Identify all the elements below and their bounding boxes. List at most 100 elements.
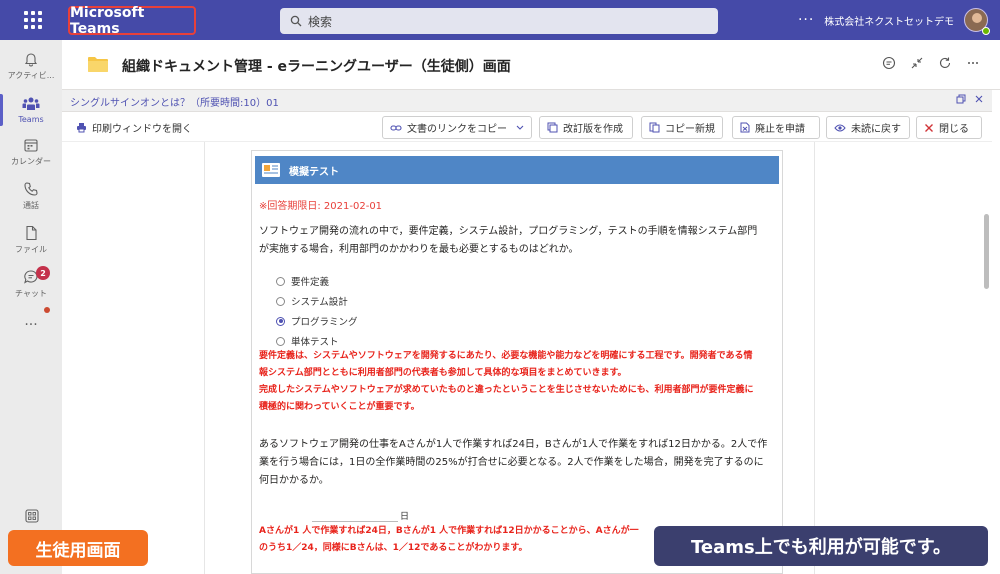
document-x-icon xyxy=(740,122,750,133)
answer-option[interactable]: システム設計 xyxy=(276,291,358,311)
answer-option-label: プログラミング xyxy=(291,317,358,328)
test-header: 模擬テスト xyxy=(255,156,779,184)
calendar-icon xyxy=(24,139,38,152)
answer-options: 要件定義 システム設計 プログラミング 単体テスト xyxy=(276,271,358,351)
copy-link-button[interactable]: 文書のリンクをコピー xyxy=(382,116,532,139)
rail-label-activity: アクティビ... xyxy=(7,71,55,80)
rail-item-chat[interactable]: チャット 2 xyxy=(0,262,62,306)
copy-new-label: コピー新規 xyxy=(665,124,715,135)
create-revision-button[interactable]: 改訂版を作成 xyxy=(539,116,633,139)
question-1-line-2: が実施する場合，利用部門のかかわりを最も必要とするものはどれか。 xyxy=(259,244,579,255)
chat-unread-badge: 2 xyxy=(36,266,50,280)
app-launcher-icon[interactable] xyxy=(24,11,42,29)
revision-icon xyxy=(547,122,558,133)
document-tab-title[interactable]: シングルサインオンとは？（所要時間:10）01 xyxy=(70,94,279,109)
printer-icon xyxy=(77,123,86,133)
close-tab-icon[interactable] xyxy=(974,94,984,104)
mark-unread-label: 未読に戻す xyxy=(851,124,901,135)
document-toolbar: 印刷ウィンドウを開く 文書のリンクをコピー 改訂版を作成 コピー新規 廃止を申請… xyxy=(62,112,992,142)
rail-item-teams[interactable]: Teams xyxy=(0,88,62,132)
print-label: 印刷ウィンドウを開く xyxy=(92,124,192,135)
test-document: 模擬テスト ※回答期限日: 2021-02-01 ソフトウェア開発の流れの中で，… xyxy=(251,150,783,574)
top-right-area: ··· 株式会社ネクストセットデモ xyxy=(798,0,988,40)
radio-button[interactable] xyxy=(276,296,285,306)
conversation-icon[interactable] xyxy=(882,56,896,70)
close-icon xyxy=(925,123,933,132)
left-rail: アクティビ... Teams カレンダー 通話 ファイル チャット 2 ··· xyxy=(0,40,62,574)
explanation-1-line-1: 要件定義は、システムやソフトウェアを開発するにあたり、必要な機能や能力などを明確… xyxy=(259,351,753,361)
tab-actions xyxy=(956,94,984,104)
explanation-1-line-4: 積極的に関わっていくことが重要です。 xyxy=(259,402,420,412)
teams-icon xyxy=(22,97,40,110)
folder-icon xyxy=(88,57,108,72)
question-1-line-1: ソフトウェア開発の流れの中で，要件定義，システム設計，プログラミング，テストの手… xyxy=(259,226,758,237)
radio-button[interactable] xyxy=(276,336,285,346)
rail-label-files: ファイル xyxy=(15,245,47,254)
answer-option-label: システム設計 xyxy=(291,297,348,308)
more-icon[interactable] xyxy=(966,56,980,70)
answer-option[interactable]: 要件定義 xyxy=(276,271,358,291)
document-tab-bar: シングルサインオンとは？（所要時間:10）01 xyxy=(62,90,992,112)
question-2-line-1: あるソフトウェア開発の仕事をAさんが1人で作業すれば24日，Bさんが1人で作業を… xyxy=(259,439,768,450)
phone-icon xyxy=(24,182,38,196)
document-area: 模擬テスト ※回答期限日: 2021-02-01 ソフトウェア開発の流れの中で，… xyxy=(62,142,992,574)
radio-button-selected[interactable] xyxy=(276,316,285,326)
collapse-icon[interactable] xyxy=(910,56,924,70)
answer-input[interactable] xyxy=(312,521,398,522)
chevron-down-icon xyxy=(516,125,524,130)
copy-new-button[interactable]: コピー新規 xyxy=(641,116,723,139)
rail-item-files[interactable]: ファイル xyxy=(0,218,62,262)
top-bar: Microsoft Teams 検索 ··· 株式会社ネクストセットデモ xyxy=(0,0,1000,40)
org-name[interactable]: 株式会社ネクストセットデモ xyxy=(824,13,954,28)
explanation-1-line-3: 完成したシステムやソフトウェアが求めていたものと違ったということを生じさせないた… xyxy=(259,385,754,395)
file-icon xyxy=(26,225,37,241)
rail-item-calendar[interactable]: カレンダー xyxy=(0,130,62,174)
presence-status-icon xyxy=(982,27,990,35)
page-title: 組織ドキュメント管理 - eラーニングユーザー（生徒側）画面 xyxy=(122,59,511,75)
app-title: Microsoft Teams xyxy=(68,5,196,37)
test-icon xyxy=(262,163,280,177)
close-button[interactable]: 閉じる xyxy=(916,116,982,139)
answer-option[interactable]: プログラミング xyxy=(276,311,358,331)
test-title: 模擬テスト xyxy=(289,166,339,178)
divider xyxy=(204,142,205,574)
header-actions xyxy=(882,56,980,70)
search-input[interactable]: 検索 xyxy=(280,8,718,34)
rail-label-calls: 通話 xyxy=(23,201,39,210)
request-discard-button[interactable]: 廃止を申請 xyxy=(732,116,820,139)
answer-unit: 日 xyxy=(400,512,410,522)
scrollbar[interactable] xyxy=(984,214,989,289)
request-discard-label: 廃止を申請 xyxy=(755,124,805,135)
mark-unread-button[interactable]: 未読に戻す xyxy=(826,116,910,139)
student-screen-label: 生徒用画面 xyxy=(8,530,148,566)
create-revision-label: 改訂版を作成 xyxy=(563,124,623,135)
rail-label-calendar: カレンダー xyxy=(11,157,51,166)
explanation-1-line-2: 報システム部門とともに利用者部門の代表者も参加して具体的な項目をまとめていきます… xyxy=(259,368,627,378)
rail-item-activity[interactable]: アクティビ... xyxy=(0,44,62,88)
more-apps-icon[interactable]: ··· xyxy=(0,317,62,333)
copy-icon xyxy=(649,122,660,133)
link-icon xyxy=(390,124,402,131)
divider xyxy=(814,142,815,574)
rail-item-calls[interactable]: 通話 xyxy=(0,174,62,218)
search-placeholder: 検索 xyxy=(308,14,333,29)
answer-option-label: 単体テスト xyxy=(291,337,339,348)
more-options-icon[interactable]: ··· xyxy=(798,12,814,28)
bell-icon xyxy=(24,53,38,67)
restore-window-icon[interactable] xyxy=(956,94,966,104)
question-2-line-3: 何日かかるか。 xyxy=(259,475,329,486)
radio-button[interactable] xyxy=(276,276,285,286)
eye-icon xyxy=(834,124,846,131)
apps-icon[interactable] xyxy=(25,508,39,527)
teams-available-label: Teams上でも利用が可能です。 xyxy=(654,526,988,566)
question-2-line-2: 業を行う場合には，1日の全作業時間の25%が打合せに必要となる。2人で作業をした… xyxy=(259,457,764,468)
notification-dot xyxy=(44,307,50,313)
content-header: 組織ドキュメント管理 - eラーニングユーザー（生徒側）画面 xyxy=(62,40,1000,90)
rail-label-teams: Teams xyxy=(18,115,44,124)
search-icon xyxy=(290,15,302,27)
close-label: 閉じる xyxy=(939,124,969,135)
print-window-link[interactable]: 印刷ウィンドウを開く xyxy=(76,120,192,135)
refresh-icon[interactable] xyxy=(938,56,952,70)
rail-label-chat: チャット xyxy=(15,289,47,298)
answer-option-label: 要件定義 xyxy=(291,277,330,288)
